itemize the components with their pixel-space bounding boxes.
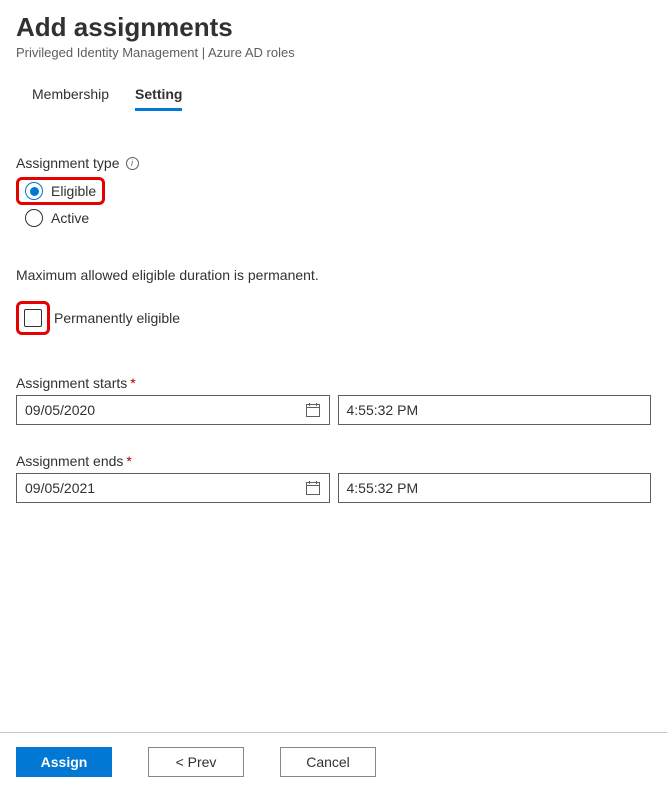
checkbox-permanently-eligible-label: Permanently eligible bbox=[54, 310, 180, 326]
radio-eligible[interactable] bbox=[25, 182, 43, 200]
tabs: Membership Setting bbox=[16, 86, 651, 111]
assignment-starts-time-value: 4:55:32 PM bbox=[347, 402, 419, 418]
checkbox-permanently-eligible[interactable] bbox=[24, 309, 42, 327]
assignment-starts-time[interactable]: 4:55:32 PM bbox=[338, 395, 652, 425]
info-icon[interactable]: i bbox=[126, 157, 139, 170]
radio-eligible-label: Eligible bbox=[51, 183, 96, 199]
assignment-starts-date[interactable]: 09/05/2020 bbox=[16, 395, 330, 425]
assignment-ends-time-value: 4:55:32 PM bbox=[347, 480, 419, 496]
cancel-button[interactable]: Cancel bbox=[280, 747, 376, 777]
breadcrumb: Privileged Identity Management | Azure A… bbox=[16, 45, 651, 60]
page-title: Add assignments bbox=[16, 12, 651, 43]
required-asterisk: * bbox=[130, 375, 135, 391]
highlight-eligible: Eligible bbox=[16, 177, 105, 205]
tab-membership[interactable]: Membership bbox=[32, 86, 109, 111]
assignment-type-label: Assignment type i bbox=[16, 155, 651, 171]
highlight-checkbox bbox=[16, 301, 50, 335]
calendar-icon bbox=[305, 402, 321, 418]
assignment-starts-date-value: 09/05/2020 bbox=[25, 402, 95, 418]
assignment-ends-time[interactable]: 4:55:32 PM bbox=[338, 473, 652, 503]
required-asterisk: * bbox=[126, 453, 131, 469]
duration-info-text: Maximum allowed eligible duration is per… bbox=[16, 267, 651, 283]
assignment-type-text: Assignment type bbox=[16, 155, 120, 171]
radio-active[interactable] bbox=[25, 209, 43, 227]
prev-button[interactable]: < Prev bbox=[148, 747, 244, 777]
calendar-icon bbox=[305, 480, 321, 496]
radio-active-label: Active bbox=[51, 210, 89, 226]
assignment-starts-label: Assignment starts* bbox=[16, 375, 651, 391]
footer: Assign < Prev Cancel bbox=[0, 732, 667, 793]
assign-button[interactable]: Assign bbox=[16, 747, 112, 777]
tab-setting[interactable]: Setting bbox=[135, 86, 182, 111]
assignment-ends-date-value: 09/05/2021 bbox=[25, 480, 95, 496]
assignment-ends-date[interactable]: 09/05/2021 bbox=[16, 473, 330, 503]
assignment-ends-label: Assignment ends* bbox=[16, 453, 651, 469]
